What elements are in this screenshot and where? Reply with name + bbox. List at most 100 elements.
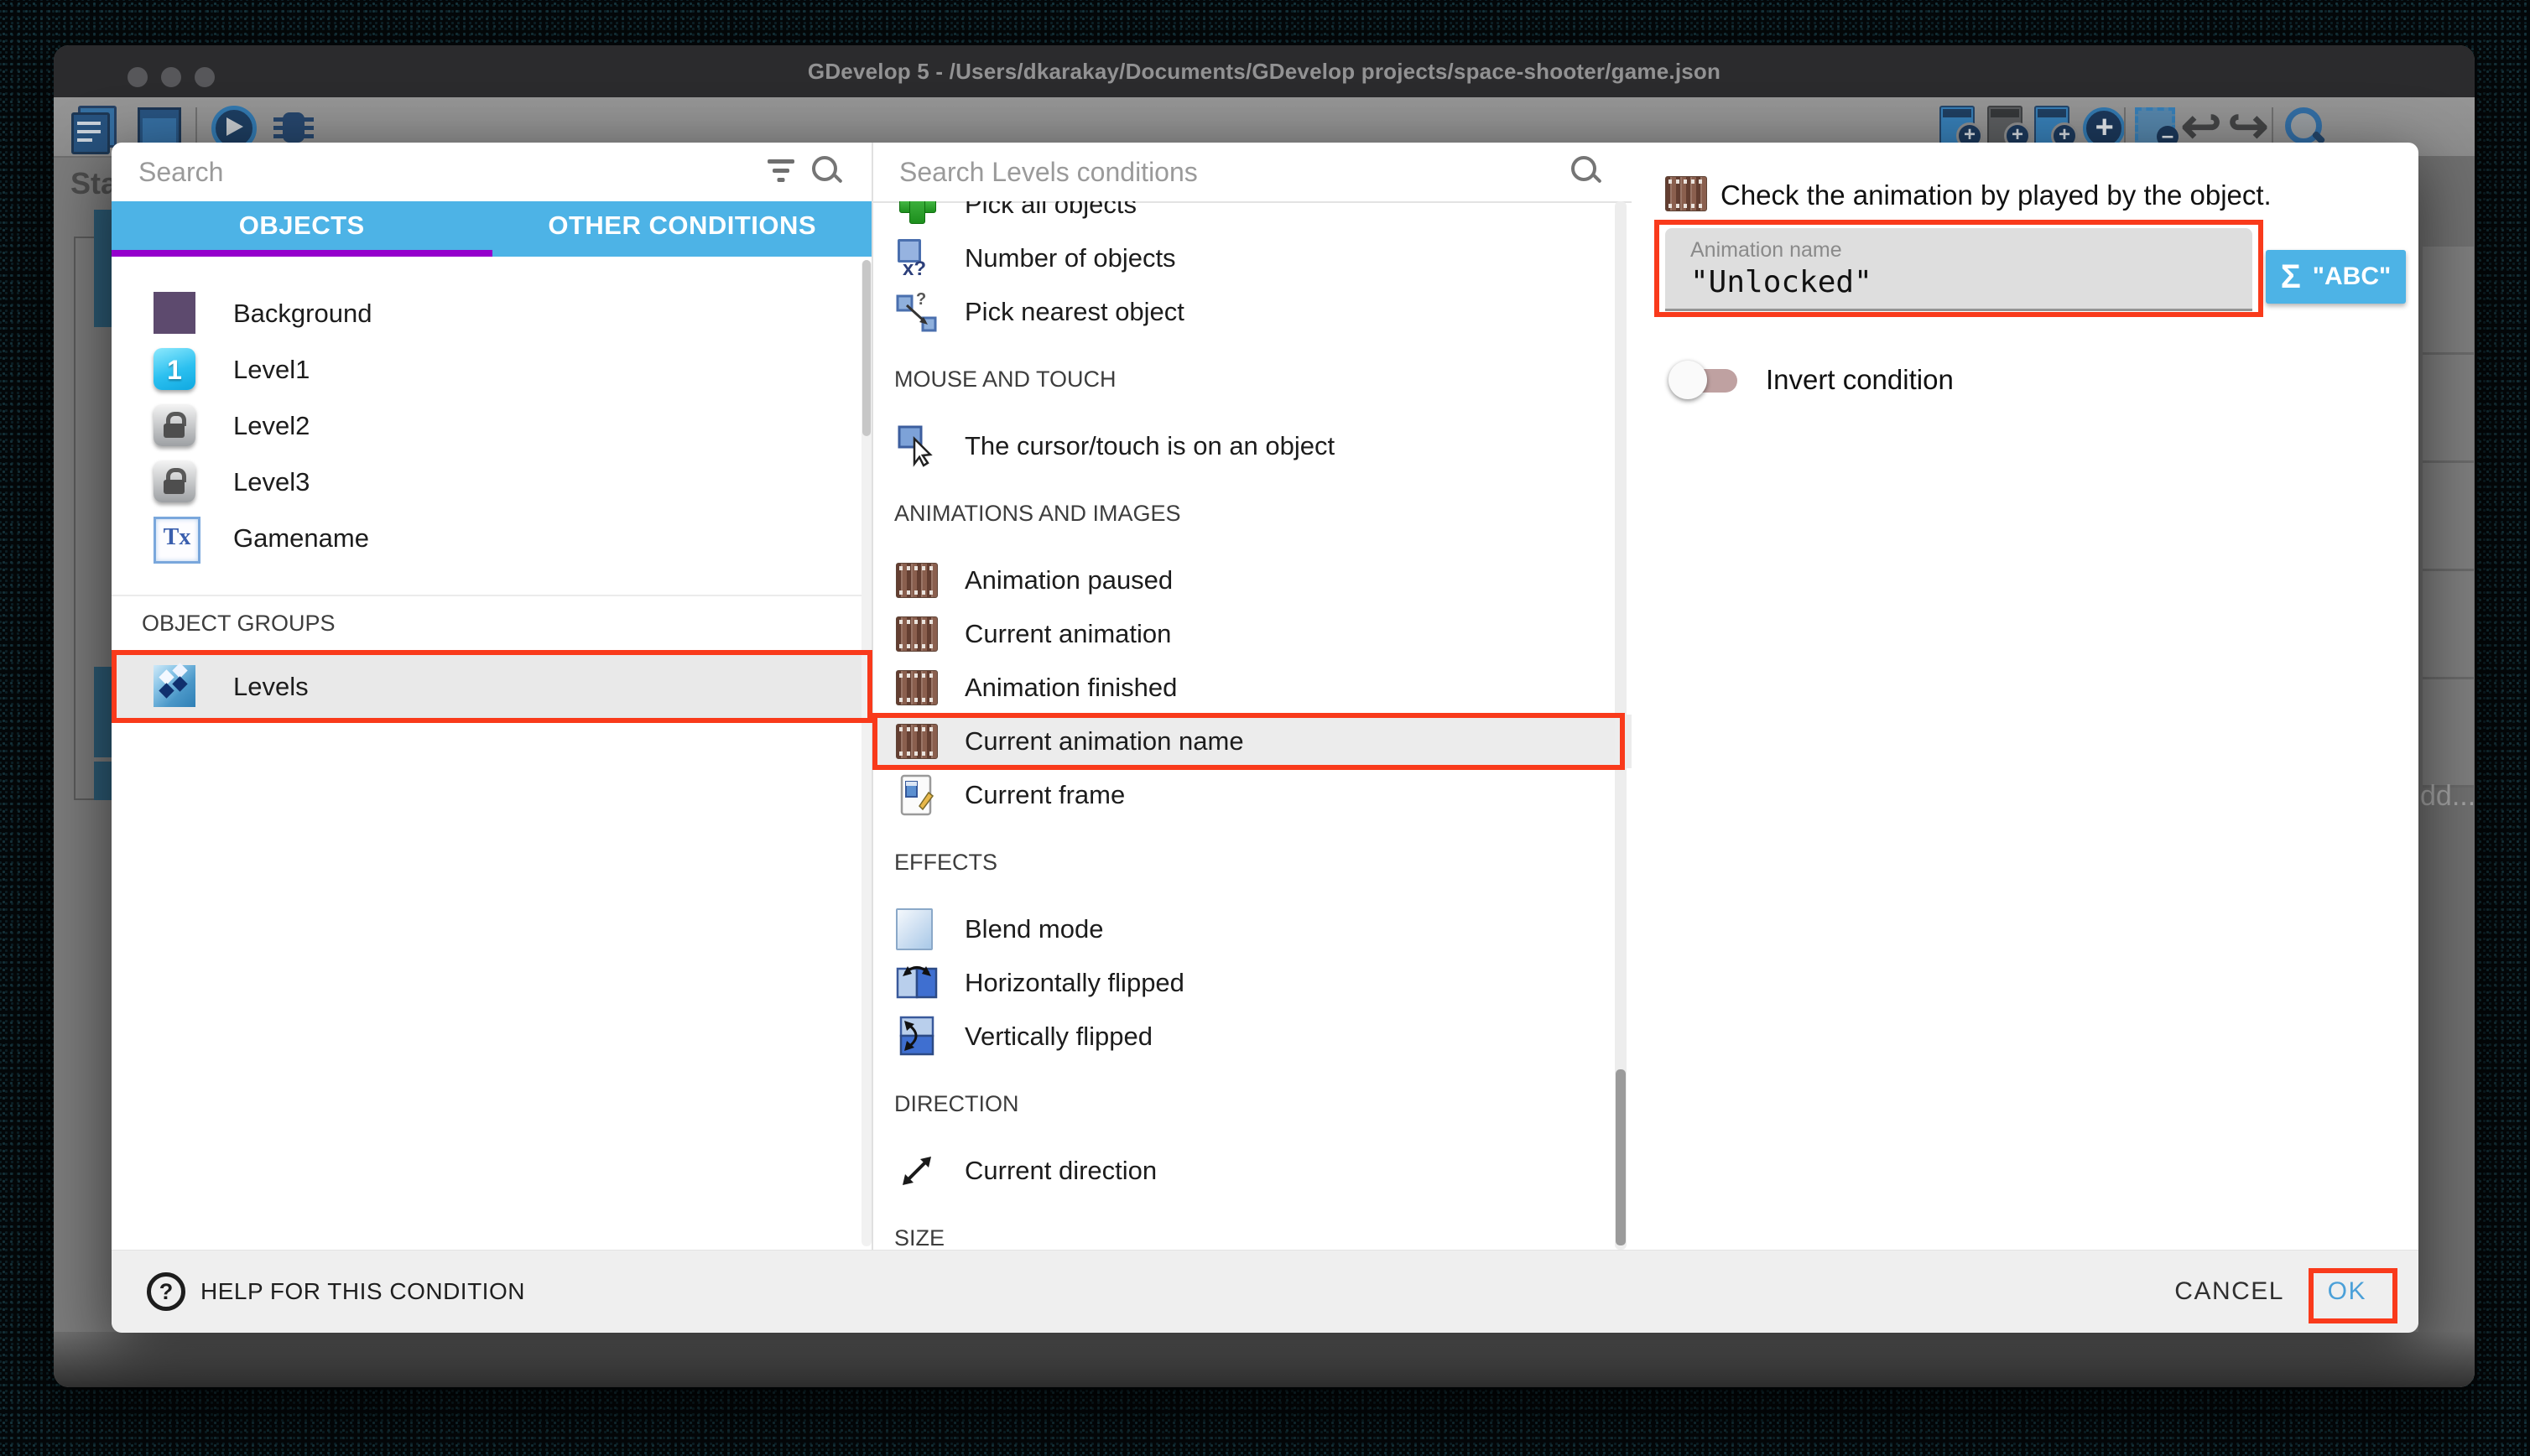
condition-row-current-direction[interactable]: Current direction	[872, 1144, 1632, 1198]
filter-icon[interactable]	[767, 159, 795, 185]
selector-tabs: OBJECTSOTHER CONDITIONS	[112, 201, 872, 257]
search-icon[interactable]	[812, 156, 844, 188]
event-row	[2423, 571, 2474, 679]
condition-row-the-cursor-touch-is-on-an-object[interactable]: The cursor/touch is on an object	[872, 419, 1632, 473]
condition-label: Animation finished	[965, 673, 1177, 703]
desktop: { "window": { "title": "GDevelop 5 - /Us…	[0, 0, 2530, 1456]
condition-group-header: MOUSE AND TOUCH	[872, 367, 1117, 392]
condition-row-pick-all-objects[interactable]: Pick all objects	[872, 201, 1632, 231]
animation-name-field[interactable]: Animation name "Unlocked"	[1665, 228, 2252, 311]
condition-row-horizontally-flipped[interactable]: Horizontally flipped	[872, 956, 1632, 1010]
ok-button[interactable]: OK	[2328, 1251, 2366, 1333]
condition-row-current-frame[interactable]: Current frame	[872, 768, 1632, 822]
scene-tab-label: Sta	[70, 166, 117, 201]
text-thumbnail-icon	[154, 517, 200, 564]
object-search-input[interactable]	[137, 149, 673, 195]
window-title: GDevelop 5 - /Users/dkarakay/Documents/G…	[54, 45, 2475, 97]
h-flip-icon	[896, 962, 938, 1004]
event-row	[2423, 355, 2474, 463]
search-icon[interactable]	[1571, 156, 1603, 188]
condition-label: Horizontally flipped	[965, 968, 1184, 998]
condition-list-panel: Pick all objects Number of objects ?Pick n…	[872, 143, 1632, 1250]
condition-group-header: DIRECTION	[872, 1091, 1019, 1116]
condition-row-animation-finished[interactable]: Animation finished	[872, 661, 1632, 715]
condition-label: Vertically flipped	[965, 1022, 1153, 1052]
group-label: Levels	[233, 672, 309, 702]
condition-search-input[interactable]	[898, 149, 1433, 195]
condition-label: Pick nearest object	[965, 297, 1184, 327]
object-label: Level2	[233, 411, 310, 441]
events-right-panel: dd...	[2418, 156, 2475, 1387]
group-thumbnail-icon	[154, 665, 195, 707]
condition-label: Current frame	[965, 780, 1125, 810]
toolbar-divider	[2272, 107, 2273, 146]
title-bar: GDevelop 5 - /Users/dkarakay/Documents/G…	[54, 45, 2475, 97]
condition-row-current-animation-name[interactable]: Current animation name	[872, 715, 1632, 768]
project-manager-icon[interactable]	[70, 104, 115, 149]
condition-row-number-of-objects[interactable]: Number of objects	[872, 231, 1632, 285]
object-row-background[interactable]: Background	[112, 285, 872, 341]
group-row-levels[interactable]: Levels	[112, 650, 872, 723]
condition-row-current-animation[interactable]: Current animation	[872, 607, 1632, 661]
current-frame-icon	[896, 774, 938, 816]
object-groups-header: OBJECT GROUPS	[112, 611, 336, 636]
object-label: Level1	[233, 355, 310, 385]
object-label: Gamename	[233, 523, 369, 554]
event-tree-guide	[74, 237, 75, 800]
condition-editor-dialog: OBJECTSOTHER CONDITIONS Background Level1…	[112, 143, 2418, 1332]
section-divider	[112, 595, 872, 596]
condition-group-header: ANIMATIONS AND IMAGES	[872, 501, 1181, 526]
filmstrip-icon	[896, 724, 938, 759]
condition-label: Current animation name	[965, 726, 1244, 757]
add-action-label: dd...	[2420, 780, 2475, 813]
condition-row-pick-nearest-object[interactable]: ?Pick nearest object	[872, 285, 1632, 339]
event-row	[2423, 247, 2474, 355]
toolbar-divider	[195, 107, 197, 146]
filmstrip-icon	[1665, 176, 1707, 211]
direction-icon	[896, 1150, 938, 1192]
object-label: Background	[233, 299, 372, 329]
event-block	[94, 762, 112, 800]
invert-condition-toggle[interactable]	[1668, 354, 1744, 404]
condition-label: Animation paused	[965, 565, 1173, 595]
number-objects-icon	[896, 237, 938, 279]
filmstrip-icon	[896, 616, 938, 652]
condition-group-header: EFFECTS	[872, 850, 997, 875]
cancel-button[interactable]: CANCEL	[2174, 1251, 2284, 1333]
toggle-knob	[1668, 361, 1707, 399]
object-label: Level3	[233, 467, 310, 497]
object-row-level3[interactable]: Level3	[112, 454, 872, 510]
left-scrollbar[interactable]	[862, 260, 872, 1246]
condition-label: Current direction	[965, 1156, 1157, 1186]
dialog-shadow-band	[54, 1332, 2475, 1387]
condition-label: Blend mode	[965, 914, 1103, 944]
tab-objects[interactable]: OBJECTS	[112, 201, 492, 257]
object-list: Background Level1 Level2 Level3 Gamename OBJE…	[112, 257, 872, 1250]
dialog-footer: ? HELP FOR THIS CONDITION CANCEL OK	[112, 1250, 2418, 1333]
lock-thumbnail-icon	[154, 404, 195, 446]
condition-label: Number of objects	[965, 243, 1176, 273]
left-scrollbar-thumb[interactable]	[862, 260, 871, 436]
middle-scrollbar[interactable]	[1615, 201, 1627, 1250]
filmstrip-icon	[896, 563, 938, 598]
annotation-rectangle-levels	[112, 650, 872, 723]
condition-row-vertically-flipped[interactable]: Vertically flipped	[872, 1010, 1632, 1063]
field-label: Animation name	[1690, 238, 1842, 263]
condition-label: The cursor/touch is on an object	[965, 431, 1335, 461]
object-row-gamename[interactable]: Gamename	[112, 510, 872, 566]
condition-row-blend-mode[interactable]: Blend mode	[872, 902, 1632, 956]
expression-button-label: "ABC"	[2313, 263, 2391, 291]
event-row	[2423, 463, 2474, 571]
middle-scrollbar-thumb[interactable]	[1616, 1069, 1626, 1245]
condition-row-animation-paused[interactable]: Animation paused	[872, 554, 1632, 607]
app-window: GDevelop 5 - /Users/dkarakay/Documents/G…	[54, 45, 2475, 1387]
object-row-level2[interactable]: Level2	[112, 398, 872, 454]
object-row-level1[interactable]: Level1	[112, 341, 872, 398]
expression-builder-button[interactable]: Σ "ABC"	[2266, 250, 2406, 304]
event-block	[94, 667, 112, 757]
condition-group-header: SIZE	[872, 1225, 945, 1250]
field-value: "Unlocked"	[1690, 265, 1872, 299]
tab-other-conditions[interactable]: OTHER CONDITIONS	[492, 201, 873, 257]
help-link[interactable]: ? HELP FOR THIS CONDITION	[147, 1251, 525, 1333]
event-block	[94, 210, 112, 327]
